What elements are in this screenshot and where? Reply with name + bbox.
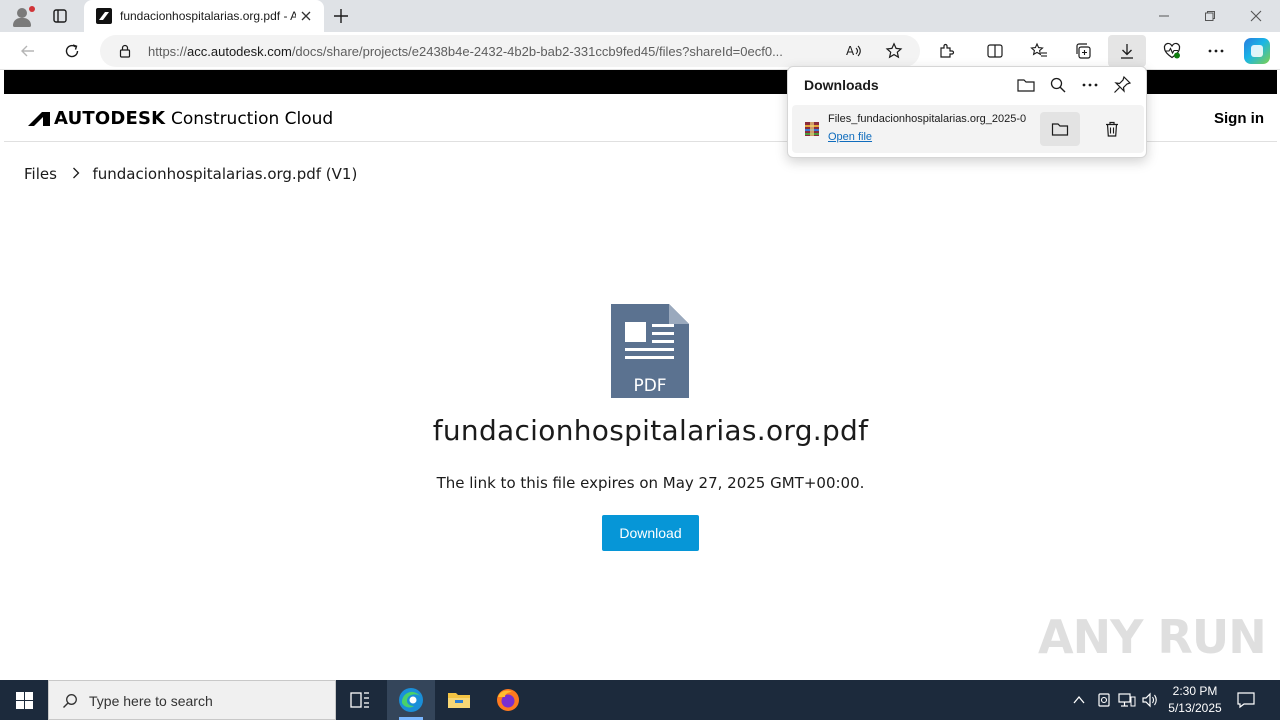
archive-file-icon [805,122,819,136]
settings-more-button[interactable] [1204,39,1228,63]
show-in-folder-button[interactable] [1040,112,1080,146]
search-downloads-icon[interactable] [1048,75,1068,95]
tray-expand-icon[interactable] [1072,694,1086,706]
breadcrumb: Files fundacionhospitalarias.org.pdf (V1… [24,164,357,183]
autodesk-logo-icon[interactable] [28,112,50,126]
browser-tab-strip: fundacionhospitalarias.org.pdf - Autodes… [0,0,1280,32]
firefox-icon [497,689,519,711]
open-file-link[interactable]: Open file [828,131,872,143]
browser-essentials-button[interactable] [1160,39,1184,63]
task-view-button[interactable] [336,680,384,720]
read-aloud-icon[interactable]: A [845,42,863,60]
notification-icon[interactable] [1236,690,1256,710]
back-button[interactable] [14,37,42,65]
download-icon [1121,44,1133,59]
lock-icon[interactable] [118,44,132,58]
downloads-more-icon[interactable] [1080,75,1100,95]
pin-icon[interactable] [1112,75,1132,95]
browser-toolbar: https://acc.autodesk.com/docs/share/proj… [0,32,1280,70]
split-screen-icon [987,44,1003,58]
extensions-button[interactable] [935,39,959,63]
tab-actions-button[interactable] [48,4,72,28]
downloads-panel: Downloads Files_fundacionhospitalarias.o… [787,66,1147,158]
refresh-button[interactable] [58,37,86,65]
system-clock[interactable]: 2:30 PM 5/13/2025 [1160,683,1230,717]
restore-icon [1205,11,1215,21]
svg-text:A: A [846,44,855,58]
download-file-name[interactable]: Files_fundacionhospitalarias.org_2025-0 [828,113,1038,125]
breadcrumb-files-link[interactable]: Files [24,165,57,183]
taskbar-search[interactable]: Type here to search [48,680,336,720]
downloads-title: Downloads [804,77,879,93]
network-device-icon[interactable] [1096,692,1112,708]
tab-close-icon[interactable] [298,8,314,24]
volume-icon[interactable] [1142,692,1160,708]
pdf-type-label: PDF [633,376,667,396]
new-tab-button[interactable] [330,5,352,27]
address-bar[interactable]: https://acc.autodesk.com/docs/share/proj… [100,35,920,67]
anyrun-watermark: ANY RUN [1038,610,1267,664]
split-screen-button[interactable] [983,39,1007,63]
close-window-button[interactable] [1236,4,1276,28]
taskbar-file-explorer[interactable] [435,680,483,720]
profile-button[interactable] [8,3,36,29]
product-name[interactable]: Construction Cloud [171,109,333,129]
download-button[interactable]: Download [602,515,699,551]
start-button[interactable] [0,680,48,720]
chevron-right-icon [72,165,80,183]
clock-time: 2:30 PM [1172,684,1218,698]
favorite-star-icon[interactable] [885,42,903,60]
favorites-button[interactable] [1027,39,1051,63]
copilot-icon[interactable] [1244,38,1270,64]
taskbar-edge[interactable] [387,680,435,720]
downloads-button[interactable] [1108,35,1146,67]
ethernet-icon[interactable] [1118,692,1136,708]
profile-alert-badge [29,6,35,12]
search-icon [63,694,77,708]
tab-actions-icon [53,9,67,23]
close-icon [1250,10,1262,22]
tab-active[interactable]: fundacionhospitalarias.org.pdf - Autodes… [84,0,324,32]
trash-icon [1106,121,1118,137]
clock-date: 5/13/2025 [1168,701,1222,715]
windows-logo-icon [16,692,33,709]
link-expiry-text: The link to this file expires on May 27,… [436,474,865,492]
task-view-icon [350,692,369,708]
edge-browser-icon [399,688,423,712]
refresh-icon [65,44,79,58]
tab-title: fundacionhospitalarias.org.pdf - Autodes… [120,9,296,23]
breadcrumb-current: fundacionhospitalarias.org.pdf (V1) [92,164,358,183]
page-viewport: AUTODESK Construction Cloud Sign in File… [4,70,1277,676]
heartbeat-icon [1163,42,1181,59]
restore-button[interactable] [1190,4,1230,28]
sign-in-link[interactable]: Sign in [1214,110,1264,127]
profile-avatar-icon [17,8,27,18]
collections-icon [1076,43,1091,59]
windows-taskbar: Type here to search 2:30 PM 5/13/2025 [0,680,1280,720]
puzzle-icon [940,43,955,58]
file-name-heading: fundacionhospitalarias.org.pdf [432,414,869,447]
more-dots-icon [1208,49,1224,53]
file-explorer-icon [448,693,470,708]
back-arrow-icon [21,45,34,57]
favorites-list-icon [1030,42,1047,57]
taskbar-firefox[interactable] [484,680,532,720]
plus-icon [334,9,348,23]
minimize-button[interactable] [1144,4,1184,28]
minimize-icon [1159,15,1169,17]
address-url[interactable]: https://acc.autodesk.com/docs/share/proj… [148,44,838,59]
brand-name[interactable]: AUTODESK [54,108,165,129]
folder-icon [1051,123,1069,136]
collections-button[interactable] [1071,39,1095,63]
open-downloads-folder-icon[interactable] [1016,75,1036,95]
delete-download-button[interactable] [1096,112,1128,146]
taskbar-search-placeholder: Type here to search [89,693,213,709]
download-item[interactable]: Files_fundacionhospitalarias.org_2025-0 … [792,105,1144,153]
autodesk-favicon-icon [96,8,112,24]
